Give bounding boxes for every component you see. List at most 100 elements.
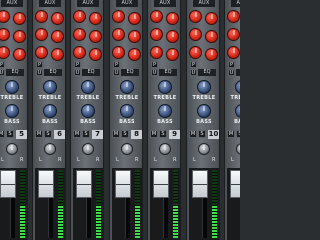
aux-send-2-knob[interactable] bbox=[51, 12, 64, 25]
aux-send-4-knob[interactable] bbox=[166, 30, 179, 43]
mute-button[interactable]: M bbox=[73, 130, 81, 138]
aux-send-3-knob[interactable] bbox=[227, 28, 240, 41]
channel-strip-7: AUX P U EQ TREBLE BASS M S 7 L R bbox=[70, 0, 104, 240]
bass-knob[interactable] bbox=[5, 104, 19, 118]
aux-send-6-knob[interactable] bbox=[51, 48, 64, 61]
aux-send-4-knob[interactable] bbox=[128, 30, 141, 43]
aux-send-5-knob[interactable] bbox=[189, 46, 202, 59]
treble-knob[interactable] bbox=[43, 80, 57, 94]
channel-fader[interactable] bbox=[153, 170, 169, 198]
pan-knob[interactable] bbox=[44, 143, 56, 155]
solo-button[interactable]: S bbox=[236, 130, 240, 138]
eq-on-button[interactable]: U bbox=[190, 69, 197, 76]
channel-fader[interactable] bbox=[230, 170, 240, 198]
aux-send-3-knob[interactable] bbox=[189, 28, 202, 41]
aux-send-6-knob[interactable] bbox=[205, 48, 218, 61]
aux-send-2-knob[interactable] bbox=[205, 12, 218, 25]
aux-send-6-knob[interactable] bbox=[89, 48, 102, 61]
aux-send-2-knob[interactable] bbox=[166, 12, 179, 25]
treble-knob[interactable] bbox=[235, 80, 240, 94]
aux-send-6-knob[interactable] bbox=[166, 48, 179, 61]
treble-knob[interactable] bbox=[81, 80, 95, 94]
solo-button[interactable]: S bbox=[82, 130, 90, 138]
aux-send-5-knob[interactable] bbox=[35, 46, 48, 59]
aux-send-5-knob[interactable] bbox=[227, 46, 240, 59]
bass-knob[interactable] bbox=[43, 104, 57, 118]
mute-button[interactable]: M bbox=[35, 130, 43, 138]
pan-knob[interactable] bbox=[6, 143, 18, 155]
pre-button[interactable]: P bbox=[151, 61, 158, 68]
channel-fader[interactable] bbox=[0, 170, 16, 198]
solo-button[interactable]: S bbox=[198, 130, 206, 138]
aux-send-5-knob[interactable] bbox=[0, 46, 10, 59]
aux-send-5-knob[interactable] bbox=[150, 46, 163, 59]
aux-send-4-knob[interactable] bbox=[51, 30, 64, 43]
solo-button[interactable]: S bbox=[6, 130, 14, 138]
bass-knob[interactable] bbox=[158, 104, 172, 118]
aux-send-2-knob[interactable] bbox=[13, 12, 26, 25]
pan-right-label: R bbox=[173, 157, 177, 163]
pre-button[interactable]: P bbox=[74, 61, 81, 68]
treble-knob[interactable] bbox=[197, 80, 211, 94]
solo-button[interactable]: S bbox=[121, 130, 129, 138]
pan-knob[interactable] bbox=[198, 143, 210, 155]
channel-fader[interactable] bbox=[192, 170, 208, 198]
aux-send-1-knob[interactable] bbox=[0, 10, 10, 23]
aux-send-3-knob[interactable] bbox=[73, 28, 86, 41]
eq-on-button[interactable]: U bbox=[228, 69, 235, 76]
treble-knob[interactable] bbox=[5, 80, 19, 94]
aux-send-5-knob[interactable] bbox=[112, 46, 125, 59]
level-meter-fill bbox=[58, 206, 63, 238]
eq-on-button[interactable]: U bbox=[151, 69, 158, 76]
eq-on-button[interactable]: U bbox=[36, 69, 43, 76]
channel-fader[interactable] bbox=[115, 170, 131, 198]
eq-on-button[interactable]: U bbox=[0, 69, 5, 76]
aux-send-3-knob[interactable] bbox=[150, 28, 163, 41]
mute-button[interactable]: M bbox=[0, 130, 5, 138]
pre-button[interactable]: P bbox=[36, 61, 43, 68]
pan-knob[interactable] bbox=[236, 143, 240, 155]
bass-knob[interactable] bbox=[120, 104, 134, 118]
bass-knob[interactable] bbox=[81, 104, 95, 118]
pan-knob[interactable] bbox=[159, 143, 171, 155]
aux-send-1-knob[interactable] bbox=[73, 10, 86, 23]
aux-send-2-knob[interactable] bbox=[89, 12, 102, 25]
aux-send-1-knob[interactable] bbox=[189, 10, 202, 23]
pre-button[interactable]: P bbox=[190, 61, 197, 68]
aux-send-4-knob[interactable] bbox=[205, 30, 218, 43]
channel-fader[interactable] bbox=[76, 170, 92, 198]
treble-knob[interactable] bbox=[120, 80, 134, 94]
mute-button[interactable]: M bbox=[112, 130, 120, 138]
solo-button[interactable]: S bbox=[44, 130, 52, 138]
pan-knob[interactable] bbox=[121, 143, 133, 155]
channel-fader[interactable] bbox=[38, 170, 54, 198]
aux-send-4-knob[interactable] bbox=[13, 30, 26, 43]
eq-on-button[interactable]: U bbox=[74, 69, 81, 76]
aux-send-1-knob[interactable] bbox=[35, 10, 48, 23]
aux-send-5-knob[interactable] bbox=[73, 46, 86, 59]
treble-knob[interactable] bbox=[158, 80, 172, 94]
bass-knob[interactable] bbox=[197, 104, 211, 118]
aux-send-3-knob[interactable] bbox=[112, 28, 125, 41]
aux-send-1-knob[interactable] bbox=[112, 10, 125, 23]
aux-label: AUX bbox=[116, 0, 138, 7]
mute-button[interactable]: M bbox=[189, 130, 197, 138]
bass-knob[interactable] bbox=[235, 104, 240, 118]
aux-send-3-knob[interactable] bbox=[35, 28, 48, 41]
pre-button[interactable]: P bbox=[113, 61, 120, 68]
solo-button[interactable]: S bbox=[159, 130, 167, 138]
eq-label: EQ bbox=[159, 69, 177, 76]
aux-send-1-knob[interactable] bbox=[150, 10, 163, 23]
mute-button[interactable]: M bbox=[150, 130, 158, 138]
aux-send-2-knob[interactable] bbox=[128, 12, 141, 25]
pre-button[interactable]: P bbox=[228, 61, 235, 68]
aux-send-1-knob[interactable] bbox=[227, 10, 240, 23]
aux-send-4-knob[interactable] bbox=[89, 30, 102, 43]
pan-knob[interactable] bbox=[82, 143, 94, 155]
pre-button[interactable]: P bbox=[0, 61, 5, 68]
mute-button[interactable]: M bbox=[227, 130, 235, 138]
aux-send-6-knob[interactable] bbox=[13, 48, 26, 61]
aux-send-6-knob[interactable] bbox=[128, 48, 141, 61]
eq-on-button[interactable]: U bbox=[113, 69, 120, 76]
aux-send-3-knob[interactable] bbox=[0, 28, 10, 41]
